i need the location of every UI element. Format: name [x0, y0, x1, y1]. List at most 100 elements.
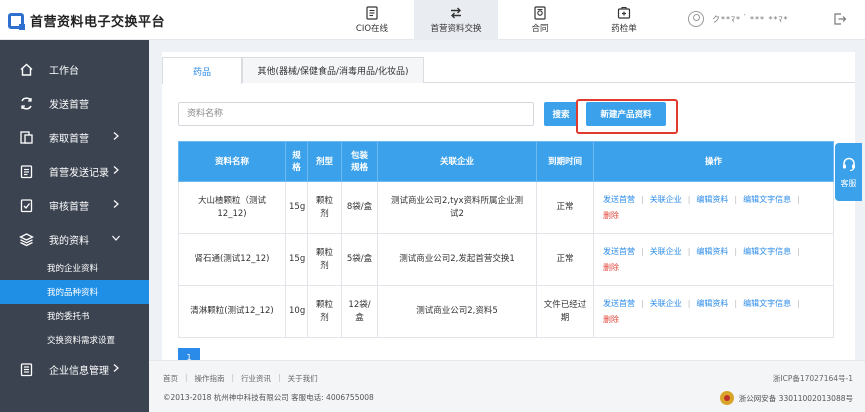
cell-form: 颗粒剂 [307, 285, 342, 338]
home-icon [20, 63, 33, 76]
police-record[interactable]: 浙公网安备 33011002013088号 [719, 391, 853, 405]
header-name: 资料名称 [178, 141, 286, 182]
tab-drugs[interactable]: 药品 [162, 57, 242, 84]
chevron-down-icon [112, 235, 120, 241]
action-delete[interactable]: 删除 [603, 211, 619, 220]
cell-company: 测试商业公司2,资料5 [377, 285, 537, 338]
cell-expiry: 正常 [536, 181, 594, 234]
sidebar-item-audit[interactable]: 审核首营 [0, 188, 149, 222]
cell-name: 大山楂颗粒（测试12_12) [178, 181, 286, 234]
action-send[interactable]: 发送首营 [603, 195, 635, 204]
customer-service-button[interactable]: 客服 [835, 143, 862, 201]
search-button[interactable]: 搜索 [544, 102, 578, 126]
cell-spec: 15g [285, 181, 308, 234]
sidebar-item-label: 首营发送记录 [49, 167, 109, 179]
customer-service-label: 客服 [840, 178, 857, 188]
chevron-right-icon [113, 364, 119, 372]
tab-others[interactable]: 其他(器械/保健食品/消毒用品/化妆品) [242, 57, 424, 83]
action-send[interactable]: 发送首营 [603, 247, 635, 256]
audit-icon [20, 198, 33, 212]
copyright: ©2013-2018 杭州神中科技有限公司 客服电话: 4006755008 [163, 393, 374, 402]
police-badge-icon [719, 391, 734, 405]
logout-icon[interactable] [833, 12, 847, 26]
tab-bar: 药品 其他(器械/保健食品/消毒用品/化妆品) [162, 57, 855, 84]
sidebar-subitem-product-data[interactable]: 我的品种资料 [0, 280, 149, 304]
headset-icon [842, 157, 855, 171]
icp-record[interactable]: 浙ICP备17027164号-1 [773, 373, 853, 384]
document-icon [366, 6, 378, 20]
action-edit-data[interactable]: 编辑资料 [696, 247, 728, 256]
chevron-right-icon [113, 200, 119, 208]
action-edit-text[interactable]: 编辑文字信息 [743, 299, 791, 308]
cell-pack: 5袋/盒 [341, 233, 378, 286]
action-edit-text[interactable]: 编辑文字信息 [743, 247, 791, 256]
inspection-icon [617, 6, 631, 19]
action-send[interactable]: 发送首营 [603, 299, 635, 308]
cell-spec: 15g [285, 233, 308, 286]
user-menu[interactable]: ク**ﾏ*｀*** **ﾏ* [688, 11, 789, 27]
user-name: ク**ﾏ*｀*** **ﾏ* [712, 14, 789, 24]
sidebar-subitem-authorization[interactable]: 我的委托书 [0, 304, 149, 328]
chevron-right-icon [113, 166, 119, 174]
brand-title: 首营资料电子交换平台 [30, 15, 166, 30]
footer-link-home[interactable]: 首页 [163, 373, 178, 384]
sidebar-item-label: 工作台 [49, 65, 79, 77]
sidebar-item-label: 发送首营 [49, 99, 89, 111]
footer-link-guide[interactable]: 操作指南 [195, 373, 225, 384]
top-nav: CIO在线 首营资料交换 合同 药检单 [330, 0, 666, 40]
sidebar-item-enterprise-info[interactable]: 企业信息管理 [0, 352, 149, 386]
cell-expiry: 文件已经过期 [536, 285, 594, 338]
action-edit-text[interactable]: 编辑文字信息 [743, 195, 791, 204]
sidebar-item-send[interactable]: 发送首营 [0, 86, 149, 120]
sidebar: 工作台 发送首营 索取首营 首营发送记录 审核首营 我的资料 我的企业资料 我的… [0, 40, 149, 412]
police-record-text: 浙公网安备 33011002013088号 [738, 393, 853, 403]
sidebar-subitem-exchange-settings[interactable]: 交换资料需求设置 [0, 328, 149, 352]
sidebar-item-label: 审核首营 [49, 201, 89, 213]
sidebar-item-send-record[interactable]: 首营发送记录 [0, 154, 149, 188]
cell-expiry: 正常 [536, 233, 594, 286]
topnav-contract[interactable]: 合同 [498, 0, 582, 40]
sidebar-subitem-enterprise-data[interactable]: 我的企业资料 [0, 256, 149, 280]
highlight-annotation [576, 99, 678, 134]
sidebar-item-request[interactable]: 索取首营 [0, 120, 149, 154]
sidebar-item-workbench[interactable]: 工作台 [0, 52, 149, 86]
cell-name: 肾石通(测试12_12) [178, 233, 286, 286]
sidebar-item-my-data[interactable]: 我的资料 [0, 222, 149, 256]
enterprise-icon [20, 362, 33, 376]
logo-icon [8, 12, 25, 30]
top-header: 首营资料电子交换平台 CIO在线 首营资料交换 合同 药检单 ク**ﾏ*｀***… [0, 0, 865, 40]
action-link-company[interactable]: 关联企业 [650, 299, 682, 308]
header-pack: 包装规格 [341, 141, 378, 182]
main-panel: 药品 其他(器械/保健食品/消毒用品/化妆品) 搜索 新建产品资料 资料名称 规… [162, 52, 855, 360]
header-expiry: 到期时间 [536, 141, 594, 182]
action-delete[interactable]: 删除 [603, 263, 619, 272]
action-edit-data[interactable]: 编辑资料 [696, 195, 728, 204]
footer-link-news[interactable]: 行业资讯 [241, 373, 271, 384]
chevron-right-icon [113, 132, 119, 140]
action-link-company[interactable]: 关联企业 [650, 247, 682, 256]
action-link-company[interactable]: 关联企业 [650, 195, 682, 204]
footer-links: 首页 | 操作指南 | 行业资讯 | 关于我们 [163, 373, 318, 384]
contract-icon [534, 6, 546, 20]
topnav-cio-online[interactable]: CIO在线 [330, 0, 414, 40]
cell-actions: 发送首营 | 关联企业 | 编辑资料 | 编辑文字信息 | 删除 [593, 233, 834, 286]
brand-logo[interactable]: 首营资料电子交换平台 [8, 11, 165, 30]
topnav-label: 药检单 [611, 24, 637, 34]
header-form: 剂型 [307, 141, 342, 182]
topnav-label: 首营资料交换 [430, 24, 482, 34]
action-delete[interactable]: 删除 [603, 315, 619, 324]
record-icon [20, 164, 33, 178]
swap-icon [451, 7, 461, 19]
cell-pack: 8袋/盒 [341, 181, 378, 234]
topnav-label: 合同 [531, 24, 549, 34]
search-input[interactable] [178, 102, 534, 126]
topnav-inspection[interactable]: 药检单 [582, 0, 666, 40]
cell-spec: 10g [285, 285, 308, 338]
table-header-row: 资料名称 规格 剂型 包装规格 关联企业 到期时间 操作 [178, 141, 834, 182]
action-edit-data[interactable]: 编辑资料 [696, 299, 728, 308]
topnav-data-exchange[interactable]: 首营资料交换 [414, 0, 498, 40]
product-table: 资料名称 规格 剂型 包装规格 关联企业 到期时间 操作 大山楂颗粒（测试12_… [178, 141, 834, 338]
cell-actions: 发送首营 | 关联企业 | 编辑资料 | 编辑文字信息 | 删除 [593, 181, 834, 234]
footer-link-about[interactable]: 关于我们 [288, 373, 318, 384]
table-row: 肾石通(测试12_12) 15g 颗粒剂 5袋/盒 测试商业公司2,发起首营交换… [178, 233, 834, 286]
